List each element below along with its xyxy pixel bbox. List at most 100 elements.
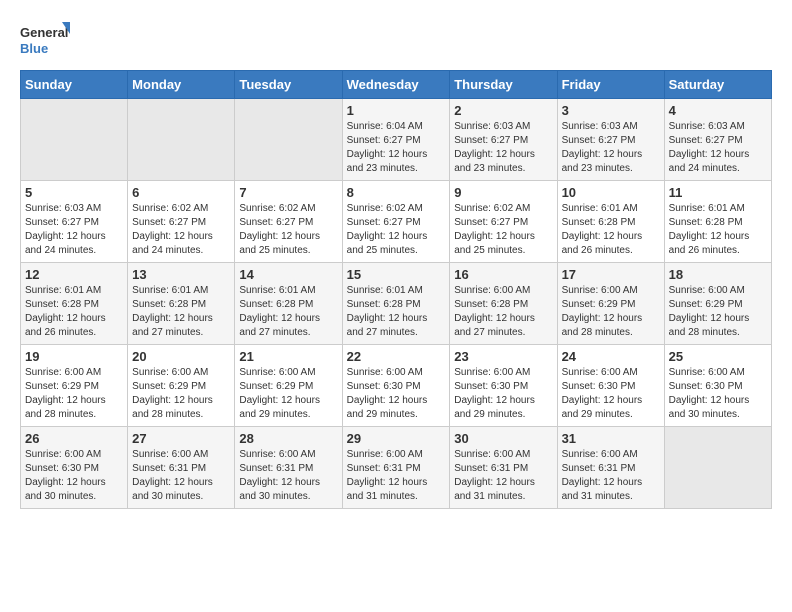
- daylight-text: Daylight: 12 hours and 25 minutes.: [454, 231, 535, 256]
- day-info: Sunrise: 6:02 AMSunset: 6:27 PMDaylight:…: [132, 202, 230, 258]
- sunset-text: Sunset: 6:27 PM: [454, 217, 528, 228]
- daylight-text: Daylight: 12 hours and 29 minutes.: [454, 395, 535, 420]
- daylight-text: Daylight: 12 hours and 30 minutes.: [669, 395, 750, 420]
- sunset-text: Sunset: 6:28 PM: [347, 299, 421, 310]
- daylight-text: Daylight: 12 hours and 26 minutes.: [25, 313, 106, 338]
- daylight-text: Daylight: 12 hours and 23 minutes.: [347, 149, 428, 174]
- daylight-text: Daylight: 12 hours and 27 minutes.: [132, 313, 213, 338]
- sunrise-text: Sunrise: 6:00 AM: [25, 449, 101, 460]
- sunrise-text: Sunrise: 6:00 AM: [562, 367, 638, 378]
- sunset-text: Sunset: 6:27 PM: [562, 135, 636, 146]
- day-info: Sunrise: 6:00 AMSunset: 6:31 PMDaylight:…: [132, 448, 230, 504]
- day-info: Sunrise: 6:03 AMSunset: 6:27 PMDaylight:…: [25, 202, 123, 258]
- day-number: 19: [25, 349, 123, 364]
- daylight-text: Daylight: 12 hours and 31 minutes.: [454, 477, 535, 502]
- day-number: 20: [132, 349, 230, 364]
- daylight-text: Daylight: 12 hours and 28 minutes.: [562, 313, 643, 338]
- day-number: 24: [562, 349, 660, 364]
- sunrise-text: Sunrise: 6:00 AM: [132, 449, 208, 460]
- sunrise-text: Sunrise: 6:03 AM: [669, 121, 745, 132]
- calendar-cell: [128, 99, 235, 181]
- day-info: Sunrise: 6:00 AMSunset: 6:31 PMDaylight:…: [239, 448, 337, 504]
- calendar-week-row: 26Sunrise: 6:00 AMSunset: 6:30 PMDayligh…: [21, 427, 772, 509]
- calendar-cell: 6Sunrise: 6:02 AMSunset: 6:27 PMDaylight…: [128, 181, 235, 263]
- day-number: 2: [454, 103, 552, 118]
- sunset-text: Sunset: 6:30 PM: [25, 463, 99, 474]
- calendar-table: SundayMondayTuesdayWednesdayThursdayFrid…: [20, 70, 772, 509]
- sunrise-text: Sunrise: 6:00 AM: [347, 367, 423, 378]
- sunrise-text: Sunrise: 6:01 AM: [25, 285, 101, 296]
- sunset-text: Sunset: 6:28 PM: [132, 299, 206, 310]
- sunrise-text: Sunrise: 6:00 AM: [25, 367, 101, 378]
- col-header-friday: Friday: [557, 71, 664, 99]
- page-header: General Blue: [20, 20, 772, 60]
- sunrise-text: Sunrise: 6:00 AM: [454, 367, 530, 378]
- calendar-cell: 20 Sunrise: 6:00 AMSunset: 6:29 PMDayligh…: [128, 345, 235, 427]
- daylight-text: Daylight: 12 hours and 25 minutes.: [239, 231, 320, 256]
- calendar-cell: [21, 99, 128, 181]
- day-info: Sunrise: 6:00 AMSunset: 6:29 PMDaylight:…: [239, 366, 337, 422]
- calendar-cell: 27 Sunrise: 6:00 AMSunset: 6:31 PMDayligh…: [128, 427, 235, 509]
- day-number: 5: [25, 185, 123, 200]
- sunrise-text: Sunrise: 6:01 AM: [132, 285, 208, 296]
- day-info: Sunrise: 6:01 AM Sunset: 6:28 PM Daylight:…: [562, 202, 660, 258]
- sunset-text: Sunset: 6:30 PM: [669, 381, 743, 392]
- day-number: 9: [454, 185, 552, 200]
- day-number: 8: [347, 185, 446, 200]
- calendar-cell: 14Sunrise: 6:01 AMSunset: 6:28 PMDayligh…: [235, 263, 342, 345]
- sunrise-text: Sunrise: 6:00 AM: [239, 367, 315, 378]
- day-info: Sunrise: 6:01 AMSunset: 6:28 PMDaylight:…: [669, 202, 767, 258]
- day-number: 12: [25, 267, 123, 282]
- sunset-text: Sunset: 6:27 PM: [347, 217, 421, 228]
- sunrise-text: Sunrise: 6:00 AM: [239, 449, 315, 460]
- day-info: Sunrise: 6:00 AMSunset: 6:30 PMDaylight:…: [669, 366, 767, 422]
- day-number: 11: [669, 185, 767, 200]
- calendar-cell: 3 Sunrise: 6:03 AMSunset: 6:27 PMDaylight…: [557, 99, 664, 181]
- daylight-text: Daylight: 12 hours and 26 minutes.: [669, 231, 750, 256]
- day-info: Sunrise: 6:03 AMSunset: 6:27 PMDaylight:…: [454, 120, 552, 176]
- calendar-cell: 22 Sunrise: 6:00 AM Sunset: 6:30 PM Dayligh…: [342, 345, 450, 427]
- calendar-cell: [664, 427, 771, 509]
- sunset-text: Sunset: 6:29 PM: [562, 299, 636, 310]
- daylight-text: Daylight: 12 hours and 28 minutes.: [25, 395, 106, 420]
- daylight-text: Daylight: 12 hours and 23 minutes.: [454, 149, 535, 174]
- day-info: Sunrise: 6:01 AMSunset: 6:28 PMDaylight:…: [239, 284, 337, 340]
- calendar-cell: 19Sunrise: 6:00 AMSunset: 6:29 PMDayligh…: [21, 345, 128, 427]
- daylight-text: Daylight: 12 hours and 27 minutes.: [239, 313, 320, 338]
- sunrise-text: Sunrise: 6:01 AM: [562, 203, 638, 214]
- calendar-cell: 2 Sunrise: 6:03 AMSunset: 6:27 PMDaylight…: [450, 99, 557, 181]
- daylight-text: Daylight: 12 hours and 29 minutes.: [347, 395, 428, 420]
- day-info: Sunrise: 6:00 AMSunset: 6:31 PMDaylight:…: [347, 448, 446, 504]
- day-info: Sunrise: 6:03 AMSunset: 6:27 PMDaylight:…: [562, 120, 660, 176]
- sunrise-text: Sunrise: 6:00 AM: [562, 285, 638, 296]
- day-info: Sunrise: 6:02 AMSunset: 6:27 PMDaylight:…: [454, 202, 552, 258]
- svg-text:Blue: Blue: [20, 41, 48, 56]
- day-info: Sunrise: 6:00 AM Sunset: 6:30 PM Daylight:…: [454, 366, 552, 422]
- day-number: 31: [562, 431, 660, 446]
- daylight-text: Daylight: 12 hours and 28 minutes.: [669, 313, 750, 338]
- day-info: Sunrise: 6:00 AMSunset: 6:29 PMDaylight:…: [132, 366, 230, 422]
- sunrise-text: Sunrise: 6:04 AM: [347, 121, 423, 132]
- day-number: 27: [132, 431, 230, 446]
- sunset-text: Sunset: 6:28 PM: [239, 299, 313, 310]
- sunset-text: Sunset: 6:30 PM: [347, 381, 421, 392]
- day-number: 22: [347, 349, 446, 364]
- calendar-cell: 11 Sunrise: 6:01 AMSunset: 6:28 PMDayligh…: [664, 181, 771, 263]
- calendar-cell: 9 Sunrise: 6:02 AMSunset: 6:27 PMDaylight…: [450, 181, 557, 263]
- day-info: Sunrise: 6:00 AMSunset: 6:28 PMDaylight:…: [454, 284, 552, 340]
- daylight-text: Daylight: 12 hours and 26 minutes.: [562, 231, 643, 256]
- calendar-cell: 25Sunrise: 6:00 AMSunset: 6:30 PMDayligh…: [664, 345, 771, 427]
- day-number: 3: [562, 103, 660, 118]
- day-number: 30: [454, 431, 552, 446]
- sunset-text: Sunset: 6:30 PM: [454, 381, 528, 392]
- day-info: Sunrise: 6:00 AMSunset: 6:31 PMDaylight:…: [562, 448, 660, 504]
- sunrise-text: Sunrise: 6:00 AM: [347, 449, 423, 460]
- calendar-cell: 13Sunrise: 6:01 AMSunset: 6:28 PMDayligh…: [128, 263, 235, 345]
- sunset-text: Sunset: 6:30 PM: [562, 381, 636, 392]
- day-number: 28: [239, 431, 337, 446]
- sunset-text: Sunset: 6:27 PM: [25, 217, 99, 228]
- daylight-text: Daylight: 12 hours and 30 minutes.: [25, 477, 106, 502]
- sunset-text: Sunset: 6:28 PM: [562, 217, 636, 228]
- daylight-text: Daylight: 12 hours and 24 minutes.: [132, 231, 213, 256]
- svg-text:General: General: [20, 25, 68, 40]
